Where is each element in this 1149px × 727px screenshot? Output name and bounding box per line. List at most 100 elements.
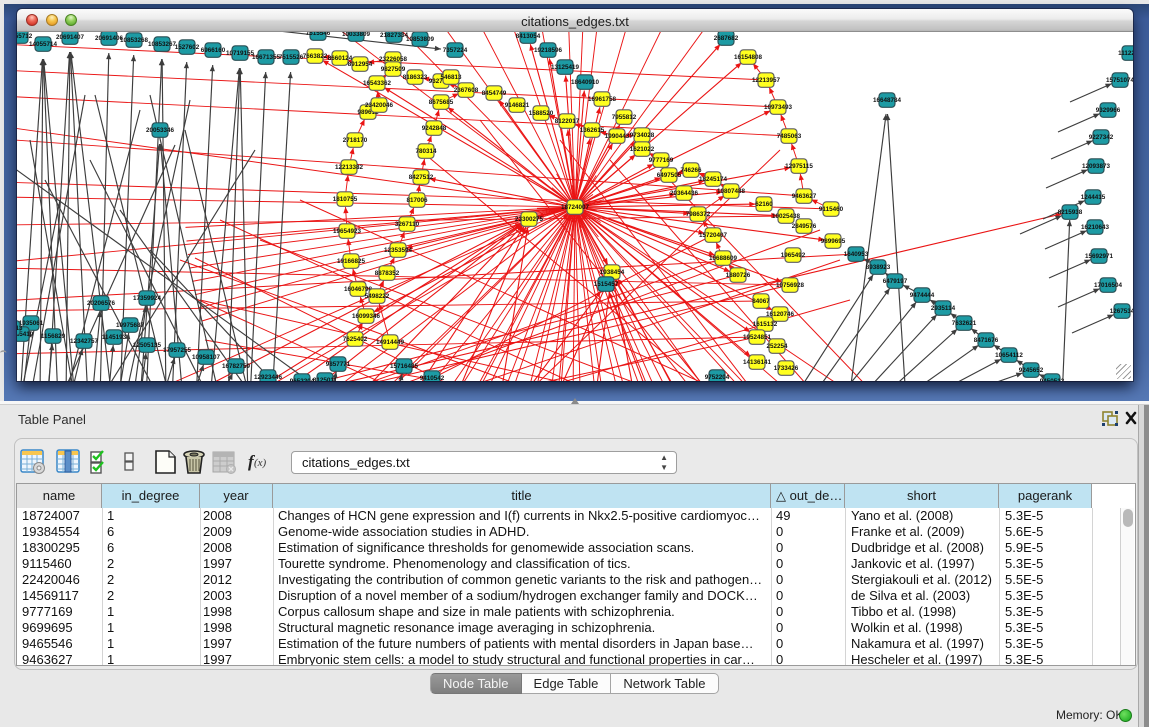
- svg-text:14055714: 14055714: [29, 41, 58, 48]
- svg-text:20053346: 20053346: [146, 127, 175, 134]
- svg-text:9245652: 9245652: [1019, 367, 1044, 374]
- svg-text:8912954: 8912954: [348, 61, 373, 68]
- svg-text:2367608: 2367608: [454, 87, 479, 94]
- svg-text:12093873: 12093873: [1082, 163, 1111, 170]
- svg-text:1588520: 1588520: [529, 110, 554, 117]
- svg-text:12213382: 12213382: [335, 164, 364, 171]
- svg-text:23300275: 23300275: [515, 216, 544, 223]
- svg-text:16543362: 16543362: [363, 80, 392, 87]
- svg-text:1145193: 1145193: [102, 334, 127, 341]
- svg-text:1267534: 1267534: [1110, 308, 1133, 315]
- svg-text:16099346: 16099346: [352, 313, 381, 320]
- svg-text:8186323: 8186323: [403, 74, 428, 81]
- svg-text:18245174: 18245174: [699, 176, 728, 183]
- svg-text:21827334: 21827334: [380, 32, 409, 39]
- svg-text:817006: 817006: [406, 197, 428, 204]
- svg-text:9899695: 9899695: [821, 238, 846, 245]
- svg-text:16671355: 16671355: [252, 54, 281, 61]
- svg-text:12353594: 12353594: [384, 247, 413, 254]
- svg-text:9242848: 9242848: [422, 125, 447, 132]
- svg-text:9827509: 9827509: [381, 66, 406, 73]
- svg-text:746266: 746266: [680, 167, 702, 174]
- svg-text:8878352: 8878352: [375, 270, 400, 277]
- svg-text:6497505: 6497505: [657, 172, 682, 179]
- svg-text:1156829: 1156829: [41, 333, 66, 340]
- svg-text:8215938: 8215938: [1058, 209, 1083, 216]
- svg-text:9734028: 9734028: [630, 132, 655, 139]
- svg-text:9115460: 9115460: [819, 206, 844, 213]
- svg-text:8454749: 8454749: [482, 90, 507, 97]
- svg-text:7625402: 7625402: [343, 336, 368, 343]
- svg-text:5498222: 5498222: [365, 293, 390, 300]
- svg-text:9752204: 9752204: [705, 374, 730, 381]
- svg-text:1112254: 1112254: [1118, 50, 1133, 57]
- svg-text:10654112: 10654112: [995, 352, 1023, 359]
- svg-text:790013: 790013: [17, 325, 23, 332]
- svg-text:12342757: 12342757: [70, 338, 99, 345]
- svg-text:19654923: 19654923: [333, 228, 362, 235]
- svg-text:19218596: 19218596: [534, 47, 563, 54]
- svg-text:1615132: 1615132: [753, 321, 778, 328]
- svg-text:2849576: 2849576: [792, 223, 817, 230]
- svg-text:2935114: 2935114: [931, 305, 956, 312]
- svg-text:10853268: 10853268: [120, 37, 149, 44]
- svg-text:8122017: 8122017: [555, 118, 580, 125]
- svg-text:2455712: 2455712: [17, 33, 33, 40]
- svg-text:1965492: 1965492: [781, 252, 806, 259]
- svg-text:12213957: 12213957: [752, 77, 781, 84]
- svg-text:10853267: 10853267: [148, 41, 177, 48]
- svg-text:15751074: 15751074: [1106, 77, 1133, 84]
- svg-text:7955812: 7955812: [612, 114, 637, 121]
- svg-text:10025438: 10025438: [772, 213, 801, 220]
- svg-text:17957255: 17957255: [163, 347, 192, 354]
- svg-text:10719155: 10719155: [226, 50, 255, 57]
- svg-text:8413054: 8413054: [516, 33, 541, 40]
- svg-text:10973493: 10973493: [764, 104, 793, 111]
- svg-text:1527602: 1527602: [175, 44, 200, 51]
- svg-text:7663822: 7663822: [303, 53, 328, 60]
- svg-text:7515526: 7515526: [279, 54, 304, 61]
- svg-text:16154808: 16154808: [734, 54, 763, 61]
- svg-text:6966160: 6966160: [201, 47, 226, 54]
- svg-text:6479197: 6479197: [883, 278, 908, 285]
- svg-text:8471676: 8471676: [974, 337, 999, 344]
- svg-text:14136141: 14136141: [743, 359, 772, 366]
- svg-text:1938454: 1938454: [600, 269, 625, 276]
- svg-text:10807488: 10807488: [717, 188, 746, 195]
- svg-text:1880726: 1880726: [726, 272, 751, 279]
- svg-text:10958107: 10958107: [192, 354, 221, 361]
- svg-text:7357224: 7357224: [443, 47, 468, 54]
- svg-text:1640953: 1640953: [844, 251, 869, 258]
- svg-text:7986372: 7986372: [686, 211, 711, 218]
- svg-text:9463627: 9463627: [792, 193, 817, 200]
- svg-text:1621022: 1621022: [630, 146, 655, 153]
- svg-text:8125011: 8125011: [313, 377, 338, 381]
- svg-text:9146821: 9146821: [505, 102, 530, 109]
- svg-text:1810755: 1810755: [333, 196, 358, 203]
- svg-text:23420046: 23420046: [365, 102, 394, 109]
- svg-text:15716485: 15716485: [390, 363, 419, 370]
- svg-text:9652204: 9652204: [290, 378, 315, 381]
- svg-text:16046798: 16046798: [344, 286, 373, 293]
- svg-text:16782759: 16782759: [222, 363, 251, 370]
- svg-text:(x): (x): [254, 457, 267, 469]
- svg-text:7632621: 7632621: [952, 320, 977, 327]
- svg-text:1990443: 1990443: [605, 133, 630, 140]
- svg-text:18724007: 18724007: [561, 204, 590, 211]
- svg-text:84067: 84067: [752, 298, 770, 305]
- svg-text:7515546: 7515546: [306, 32, 331, 37]
- svg-text:18640910: 18640910: [571, 79, 600, 86]
- svg-text:12505135: 12505135: [133, 342, 162, 349]
- svg-text:10853809: 10853809: [406, 36, 435, 43]
- svg-text:9410542: 9410542: [420, 375, 445, 381]
- svg-text:10756928: 10756928: [776, 282, 805, 289]
- svg-text:1244415: 1244415: [1081, 194, 1106, 201]
- svg-text:546813: 546813: [440, 74, 462, 81]
- svg-text:8938923: 8938923: [866, 264, 891, 271]
- svg-text:10688609: 10688609: [709, 255, 738, 262]
- svg-text:1362615: 1362615: [580, 127, 605, 134]
- svg-text:9227342: 9227342: [1089, 134, 1114, 141]
- svg-text:19166825: 19166825: [337, 258, 366, 265]
- svg-text:13125419: 13125419: [551, 64, 580, 71]
- svg-text:9474444: 9474444: [910, 292, 935, 299]
